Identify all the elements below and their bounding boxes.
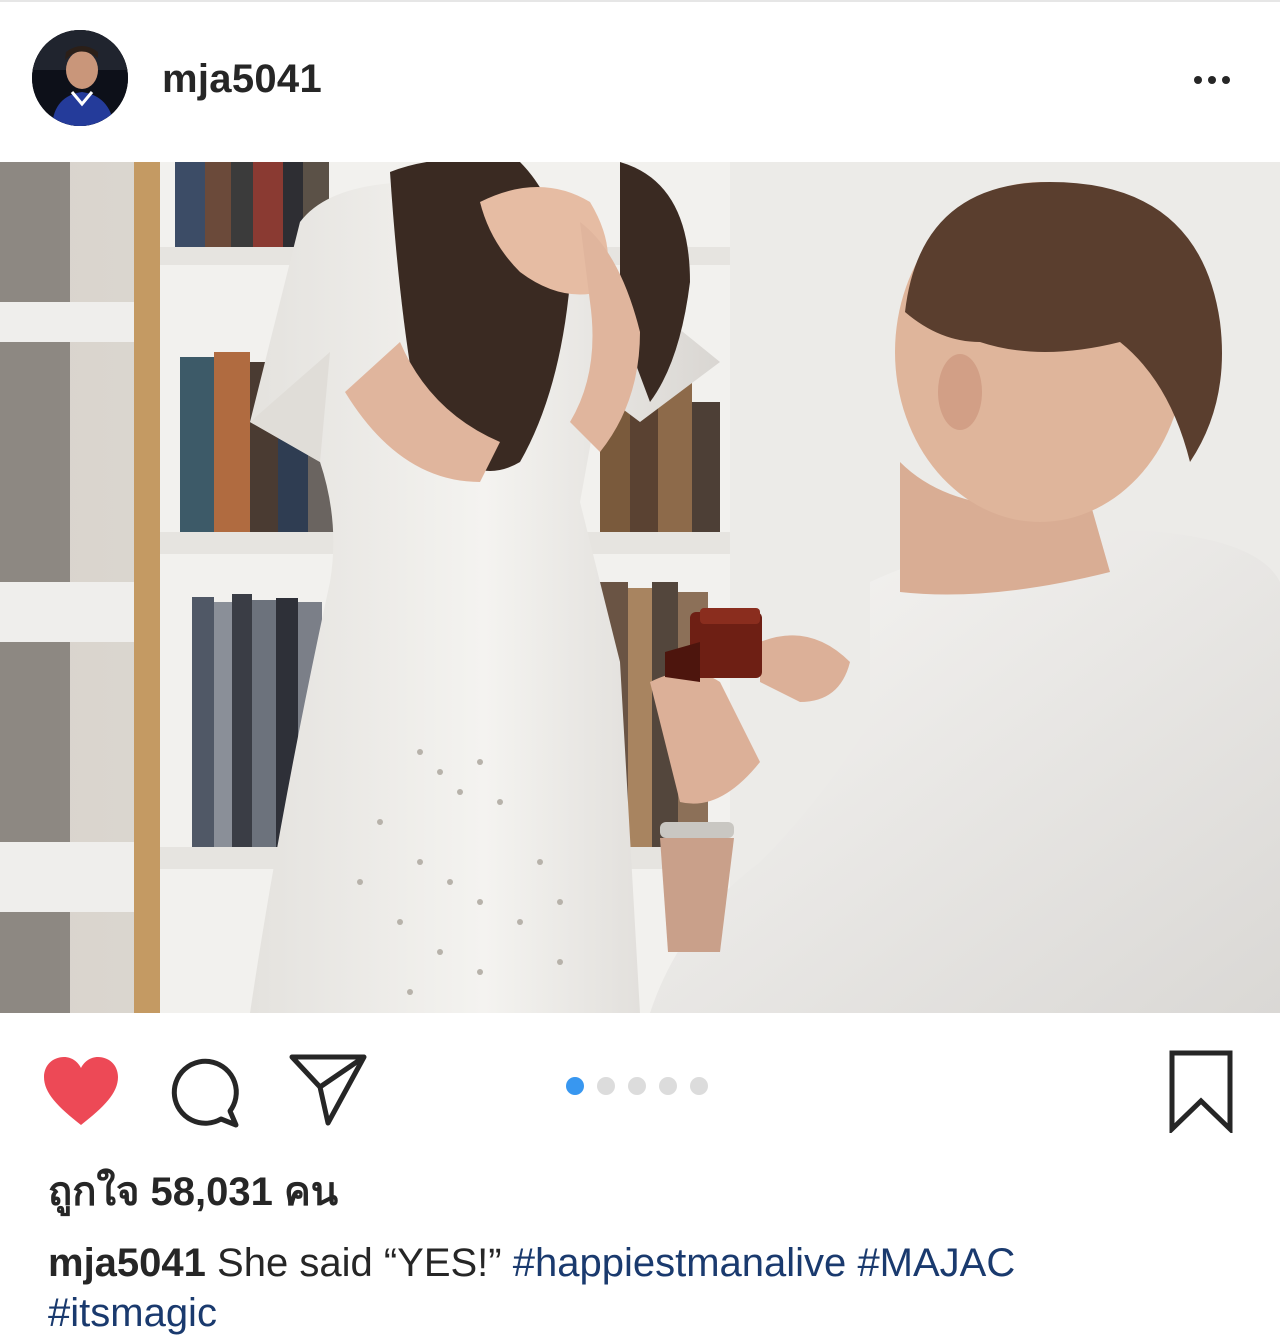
hashtag-link[interactable]: #itsmagic [48, 1291, 217, 1335]
post-actions [0, 1013, 1280, 1163]
paper-plane-icon [289, 1054, 367, 1126]
share-button[interactable] [288, 1051, 368, 1127]
caption-text: She said “YES!” [217, 1241, 502, 1285]
avatar[interactable] [32, 30, 128, 126]
carousel-dot [690, 1077, 708, 1095]
more-dots-icon [1191, 76, 1233, 84]
post-caption: mja5041 She said “YES!” #happiestmanaliv… [48, 1238, 1248, 1338]
post-username[interactable]: mja5041 [162, 56, 322, 102]
carousel-dot [628, 1077, 646, 1095]
likes-count[interactable]: ถูกใจ 58,031 คน [48, 1168, 338, 1216]
carousel-dot [659, 1077, 677, 1095]
save-button[interactable] [1164, 1049, 1238, 1135]
like-button[interactable] [40, 1053, 122, 1129]
hashtag-link[interactable]: #MAJAC [857, 1241, 1015, 1285]
hashtag-link[interactable]: #happiestmanalive [513, 1241, 847, 1285]
carousel-indicator [566, 1077, 721, 1095]
post-header: mja5041 [0, 2, 1280, 162]
carousel-dot [566, 1077, 584, 1095]
caption-username[interactable]: mja5041 [48, 1241, 206, 1285]
heart-filled-icon [44, 1057, 118, 1125]
comment-button[interactable] [166, 1055, 242, 1131]
post-photo[interactable] [0, 162, 1280, 1013]
more-options-button[interactable] [1180, 62, 1244, 98]
carousel-dot [597, 1077, 615, 1095]
comment-bubble-icon [171, 1058, 239, 1128]
bookmark-icon [1169, 1050, 1233, 1135]
